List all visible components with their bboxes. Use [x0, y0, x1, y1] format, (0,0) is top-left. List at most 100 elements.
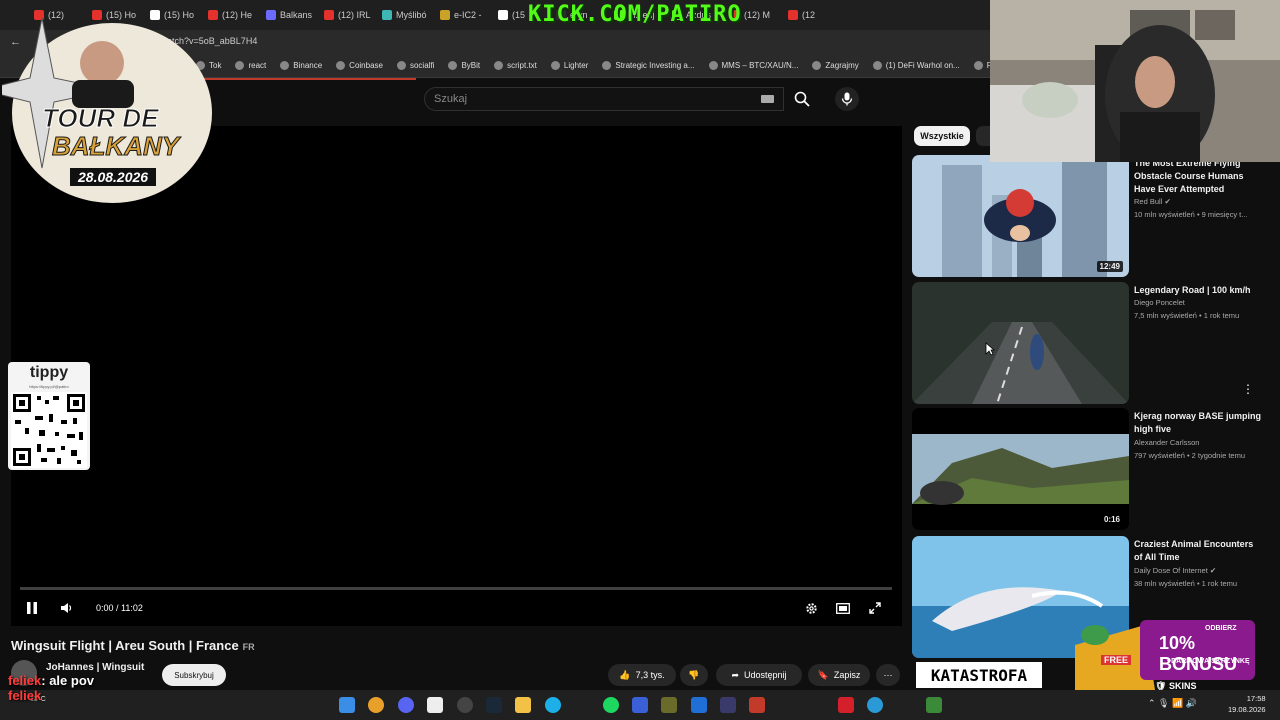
app-icon[interactable]: [661, 697, 677, 713]
bookmark-item[interactable]: script.txt: [494, 61, 537, 70]
chrome-icon[interactable]: [368, 697, 384, 713]
tippy-url: https://tippy.pl/@patiro: [29, 384, 69, 389]
browser-tab[interactable]: Balkans: [260, 0, 318, 30]
video-thumbnail[interactable]: [912, 282, 1129, 404]
recommendation-card[interactable]: Legendary Road | 100 km/h Diego Poncelet…: [912, 282, 1272, 404]
bookmark-label: Lighter: [563, 61, 589, 70]
save-button[interactable]: 🔖 Zapisz: [808, 664, 870, 686]
recommendation-channel[interactable]: Alexander Carlsson: [1134, 438, 1199, 447]
browser-tab[interactable]: (12: [782, 0, 840, 30]
steam-icon[interactable]: [486, 697, 502, 713]
bookmark-favicon-icon: [494, 61, 504, 70]
app-icon[interactable]: [457, 697, 473, 713]
app-icon[interactable]: [632, 697, 648, 713]
recommendation-channel[interactable]: Red Bull ✔: [1134, 197, 1171, 206]
like-button[interactable]: 👍 7,3 tys.: [608, 664, 676, 686]
app-icon[interactable]: [545, 697, 561, 713]
recommendation-channel[interactable]: Diego Poncelet: [1134, 298, 1185, 307]
discord-icon[interactable]: [398, 697, 414, 713]
theater-icon: [836, 602, 850, 614]
bookmark-favicon-icon: [550, 61, 560, 70]
tab-label: (12) IRL: [338, 10, 371, 20]
bookmark-item[interactable]: (1) DeFi Warhol on...: [872, 61, 960, 70]
more-horizontal-icon: ⋯: [883, 669, 893, 680]
system-tray-icons[interactable]: ⌃ 🎙 📶 🔊: [1148, 698, 1197, 709]
channel-label: Red Bull: [1134, 197, 1163, 206]
channel-name[interactable]: JoHannes | Wingsuit: [46, 662, 144, 673]
bookmark-item[interactable]: Lighter: [550, 61, 589, 70]
search-input[interactable]: Szukaj: [424, 87, 784, 111]
bookmark-item[interactable]: socialfi: [396, 61, 434, 70]
tab-favicon-icon: [788, 10, 798, 20]
file-explorer-icon[interactable]: [515, 697, 531, 713]
spotify-icon[interactable]: [603, 697, 619, 713]
app-icon[interactable]: [720, 697, 736, 713]
tab-label: Balkans: [280, 10, 313, 20]
app-icon[interactable]: [691, 697, 707, 713]
recommendation-title[interactable]: Craziest Animal Encounters of All Time: [1134, 538, 1262, 564]
logo-title-line2: BAŁKANY: [51, 131, 180, 162]
logo-title-line1: TOUR DE: [42, 103, 160, 134]
recommendation-title[interactable]: The Most Extreme Flying Obstacle Course …: [1134, 157, 1262, 196]
volume-button[interactable]: [56, 598, 76, 618]
bookmark-favicon-icon: [812, 61, 822, 70]
search-button[interactable]: [786, 87, 818, 111]
bookmark-item[interactable]: react: [235, 61, 266, 70]
theater-mode-button[interactable]: [833, 598, 853, 618]
settings-button[interactable]: [801, 598, 821, 618]
bookmark-item[interactable]: Strategic Investing a...: [602, 61, 695, 70]
fullscreen-icon: [869, 602, 881, 614]
recommendation-card[interactable]: 0:16 Kjerag norway BASE jumping high fiv…: [912, 408, 1272, 530]
browser-tab[interactable]: (12) IRL: [318, 0, 376, 30]
promo-sub-text: +DARMOWĄ SKRZYNKĘ: [1167, 658, 1250, 665]
share-button[interactable]: ➦ Udostępnij: [716, 664, 802, 686]
more-vertical-icon[interactable]: ⋮: [1242, 382, 1254, 396]
gear-icon: [805, 602, 817, 614]
more-actions-button[interactable]: ⋯: [876, 664, 900, 686]
chat-text: : ale pov: [41, 673, 94, 688]
tab-label: (15: [512, 10, 526, 20]
bookmark-label: Strategic Investing a...: [615, 61, 695, 70]
video-thumbnail[interactable]: 0:16: [912, 408, 1129, 530]
bookmark-item[interactable]: ByBit: [448, 61, 480, 70]
taskbar-clock[interactable]: 17:58 19.08.2026: [1228, 693, 1266, 715]
chip-all[interactable]: Wszystkie: [914, 126, 970, 146]
chat-overlay: feliek: ale pov feliek: [8, 673, 94, 703]
start-menu-icon[interactable]: [339, 697, 355, 713]
fullscreen-button[interactable]: [865, 598, 885, 618]
keyboard-icon[interactable]: [761, 95, 774, 103]
chat-message: feliek: ale pov: [8, 673, 94, 688]
bookmark-item[interactable]: Zagrajmy: [812, 61, 859, 70]
app-icon[interactable]: [867, 697, 883, 713]
recommendation-title[interactable]: Kjerag norway BASE jumping high five: [1134, 410, 1262, 436]
search-icon: [794, 91, 810, 107]
browser-tab[interactable]: e-IC2 -: [434, 0, 492, 30]
pause-button[interactable]: [22, 598, 42, 618]
dislike-button[interactable]: 👎: [680, 664, 708, 686]
video-duration: 0:16: [1100, 514, 1123, 525]
app-icon[interactable]: [926, 697, 942, 713]
promo-free-badge: FREE: [1101, 655, 1132, 665]
browser-tab[interactable]: Myślibó: [376, 0, 434, 30]
progress-bar[interactable]: [20, 587, 892, 590]
like-count: 7,3 tys.: [635, 670, 665, 680]
bookmark-item[interactable]: MMS – BTC/XAU/N...: [708, 61, 798, 70]
subscribe-button[interactable]: Subskrybuj: [162, 664, 226, 686]
app-icon[interactable]: [838, 697, 854, 713]
mouse-cursor-icon: [985, 342, 996, 361]
save-label: Zapisz: [833, 670, 861, 680]
bookmark-favicon-icon: [280, 61, 290, 70]
bookmark-favicon-icon: [336, 61, 346, 70]
thumbnail-image: [912, 434, 1129, 505]
recommendation-card[interactable]: 12:49 The Most Extreme Flying Obstacle C…: [912, 155, 1272, 277]
app-icon[interactable]: [427, 697, 443, 713]
recommendation-title[interactable]: Legendary Road | 100 km/h: [1134, 284, 1262, 297]
thumbs-down-icon: 👎: [688, 669, 700, 680]
video-title: Wingsuit Flight | Areu South | France FR: [11, 638, 255, 653]
recommendation-channel[interactable]: Daily Dose Of Internet ✔: [1134, 566, 1216, 575]
bookmark-item[interactable]: Binance: [280, 61, 322, 70]
voice-search-button[interactable]: [835, 87, 859, 111]
bookmark-item[interactable]: Coinbase: [336, 61, 383, 70]
video-thumbnail[interactable]: 12:49: [912, 155, 1129, 277]
app-icon[interactable]: [749, 697, 765, 713]
